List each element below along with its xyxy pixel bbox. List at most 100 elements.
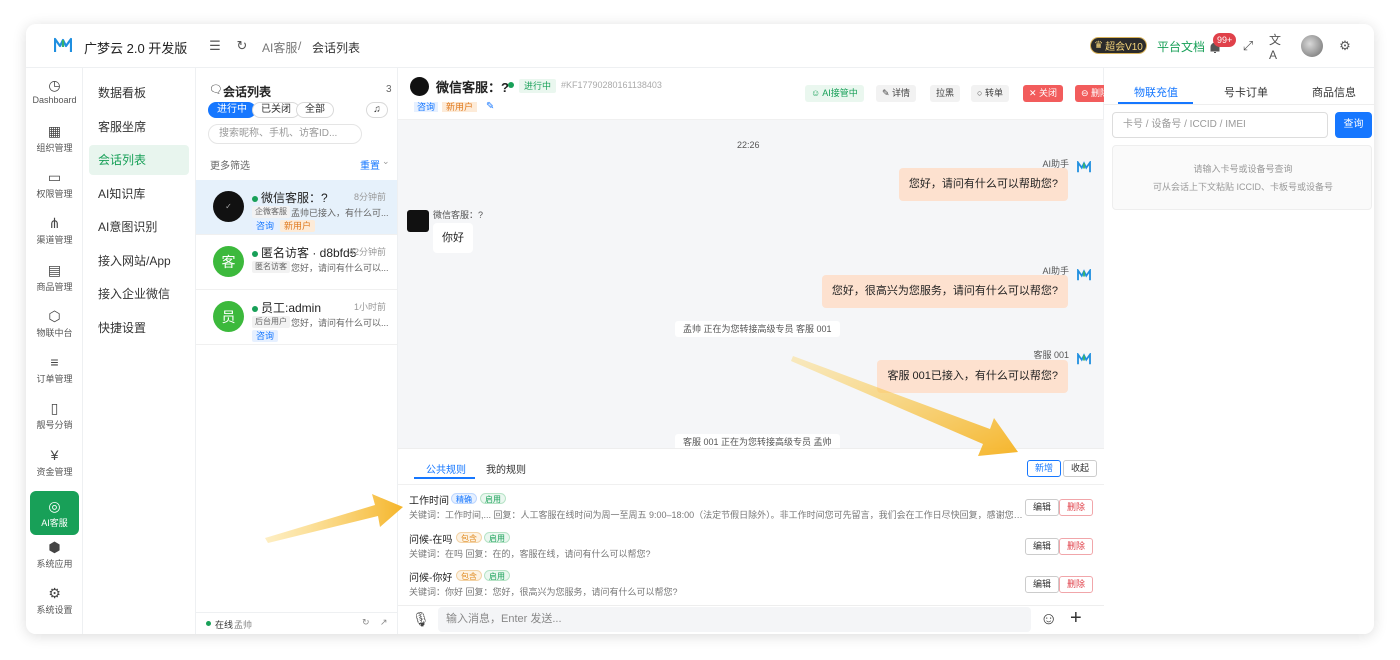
chat-online-dot <box>508 82 514 88</box>
grid-icon: ▦ <box>47 122 62 139</box>
rail-label: 商品管理 <box>36 281 73 292</box>
settings-gear-icon[interactable]: ⚙ <box>1336 37 1354 55</box>
conversation-search-input[interactable]: 搜索昵称、手机、访客ID... <box>208 124 362 144</box>
refresh-icon[interactable]: ↻ <box>233 37 251 55</box>
tab-card-orders[interactable]: 号卡订单 <box>1224 84 1268 100</box>
filter-in-progress[interactable]: 进行中 <box>208 102 256 118</box>
transfer-icon: ○ <box>977 88 985 98</box>
store-icon: ▤ <box>47 261 62 278</box>
vip-badge[interactable]: ♛ 超会V10 <box>1090 37 1147 54</box>
submenu-agent-seats[interactable]: 客服坐席 <box>89 112 189 142</box>
rule-row: 问候-在吗 包含 启用 关键词：在吗 回复：在的，客服在线，请问有什么可以帮您?… <box>398 528 1104 566</box>
rail-item-dashboard[interactable]: ◷ Dashboard <box>26 68 83 114</box>
submenu-quick-settings[interactable]: 快捷设置 <box>89 313 189 343</box>
conversation-item[interactable]: ✓ 微信客服：? 8分钟前 企微客服 孟帅已接入，有什么可... 咨询 新用户 <box>196 180 397 235</box>
rail-item-permission[interactable]: ▭ 权限管理 <box>26 161 83 207</box>
submenu-intent[interactable]: AI意图识别 <box>89 212 189 242</box>
delete-rule-button[interactable]: 删除 <box>1059 499 1094 516</box>
rail-item-order[interactable]: ≡ 订单管理 <box>26 346 83 392</box>
tab-iot-recharge[interactable]: 物联充值 <box>1134 84 1178 100</box>
phone-icon: ▯ <box>50 399 59 416</box>
delete-rule-button[interactable]: 删除 <box>1059 538 1094 555</box>
docs-link[interactable]: 平台文档 <box>1157 38 1205 55</box>
conversation-list-title: 会话列表 <box>223 85 272 99</box>
rail-item-ai-service[interactable]: ◎ AI客服 <box>30 491 79 535</box>
transfer-label: 转单 <box>984 88 1003 98</box>
filter-closed[interactable]: 已关闭 <box>252 102 300 118</box>
detail-button[interactable]: ✎ 详情 <box>876 85 917 102</box>
notification-badge: 99+ <box>1213 33 1237 47</box>
agent-status-bar: 在线 孟帅 ↻ ↗ <box>196 612 397 634</box>
system-message: 孟帅 正在为您转接高级专员 客服 001 <box>675 321 840 337</box>
submenu-dashboard[interactable]: 数据看板 <box>89 78 189 108</box>
rail-item-number[interactable]: ▯ 靓号分销 <box>26 392 83 438</box>
divider <box>398 484 1104 485</box>
collapse-rules-button[interactable]: 收起 <box>1063 460 1098 477</box>
source-tag: 匿名访客 <box>252 261 290 273</box>
edit-rule-button[interactable]: 编辑 <box>1025 576 1060 593</box>
rail-item-apps[interactable]: ⬢ 系统应用 <box>26 531 83 577</box>
card-number-input[interactable]: 卡号 / 设备号 / ICCID / IMEI <box>1112 112 1328 138</box>
chat-bubble-icon: 🗨 <box>209 84 223 96</box>
filter-all[interactable]: 全部 <box>296 102 334 118</box>
fullscreen-icon[interactable]: ⤢ <box>1239 37 1257 55</box>
rail-item-settings[interactable]: ⚙ 系统设置 <box>26 577 83 623</box>
active-tab-indicator <box>414 477 475 479</box>
ai-takeover-button[interactable]: ☺ AI接管中 <box>805 85 864 102</box>
edit-rule-button[interactable]: 编辑 <box>1025 499 1060 516</box>
submenu-web-app[interactable]: 接入网站/App <box>89 246 189 276</box>
dashboard-icon: ◷ <box>48 77 61 93</box>
add-rule-button[interactable]: 新增 <box>1027 460 1062 477</box>
rail-item-product[interactable]: ▤ 商品管理 <box>26 254 83 300</box>
rail-item-channel[interactable]: ⋔ 渠道管理 <box>26 207 83 253</box>
reset-filters[interactable]: 重置 <box>360 157 380 172</box>
chat-state-badge: 进行中 <box>519 79 557 93</box>
message-bubble-outgoing: 您好，请问有什么可以帮助您? <box>898 168 1068 201</box>
conversation-item[interactable]: 员 员工:admin 1小时前 后台用户 您好，请问有什么可以... 咨询 <box>196 290 397 345</box>
close-session-button[interactable]: ✕ 关闭 <box>1023 85 1064 102</box>
more-filters[interactable]: 更多筛选 <box>210 157 250 172</box>
contact-avatar: ✓ <box>213 191 244 222</box>
tab-public-rules[interactable]: 公共规则 <box>426 461 466 476</box>
delete-rule-button[interactable]: 删除 <box>1059 576 1094 593</box>
edit-pencil-icon[interactable]: ✎ <box>486 101 494 112</box>
tab-my-rules[interactable]: 我的规则 <box>486 461 526 476</box>
edit-rule-button[interactable]: 编辑 <box>1025 538 1060 555</box>
rail-item-iot[interactable]: ⬡ 物联中台 <box>26 300 83 346</box>
submenu-knowledge-base[interactable]: AI知识库 <box>89 179 189 209</box>
translate-icon[interactable]: 文A <box>1269 33 1287 62</box>
bell-filter-icon[interactable]: ♫ <box>366 102 388 118</box>
conversation-item[interactable]: 客 匿名访客 · d8bfd5 42分钟前 匿名访客 您好，请问有什么可以... <box>196 235 397 290</box>
chat-tag-new-user-text: 新用户 <box>442 102 478 112</box>
submenu-wecom[interactable]: 接入企业微信 <box>89 279 189 309</box>
breadcrumb-ai-service[interactable]: AI客服 <box>262 39 297 56</box>
tab-product-info[interactable]: 商品信息 <box>1312 84 1356 100</box>
external-link-icon[interactable]: ↗ <box>380 617 388 628</box>
blacklist-button[interactable]: 拉黑 <box>930 85 961 102</box>
rule-keywords: 关键词：工作时间,... <box>409 510 492 520</box>
rail-item-funds[interactable]: ¥ 资金管理 <box>26 439 83 485</box>
query-button[interactable]: 查询 <box>1335 112 1372 138</box>
rail-label: 物联中台 <box>36 327 73 338</box>
conversation-preview: 孟帅已接入，有什么可... <box>291 208 389 218</box>
rule-name: 问候-在吗 <box>409 535 453 546</box>
emoji-icon[interactable]: ☺ <box>1040 609 1057 629</box>
breadcrumb-session-list: 会话列表 <box>312 41 361 55</box>
rule-status-tag: 启用 <box>480 493 506 504</box>
submenu-session-list[interactable]: 会话列表 <box>89 145 189 175</box>
rule-summary: 关键词：你好 回复：您好，很高兴为您服务，请问有什么可以帮您? <box>409 585 1029 598</box>
wallet-icon: ¥ <box>50 446 59 463</box>
sync-icon[interactable]: ↻ <box>362 617 370 628</box>
online-status-label[interactable]: 在线 <box>215 618 233 631</box>
microphone-icon[interactable]: 🎙 <box>412 611 430 628</box>
rail-item-org[interactable]: ▦ 组织管理 <box>26 115 83 161</box>
message-input[interactable]: 输入消息，Enter 发送... <box>438 607 1031 632</box>
rail-label: 系统设置 <box>36 604 73 615</box>
user-avatar[interactable] <box>1301 35 1323 57</box>
transfer-button[interactable]: ○ 转单 <box>971 85 1009 102</box>
menu-fold-icon[interactable]: ☰ <box>206 37 224 55</box>
cube-icon: ⬡ <box>48 307 61 324</box>
plus-icon[interactable]: + <box>1070 607 1082 630</box>
conversation-name-text: 员工:admin <box>261 301 322 315</box>
conversation-preview: 您好，请问有什么可以... <box>291 263 389 273</box>
